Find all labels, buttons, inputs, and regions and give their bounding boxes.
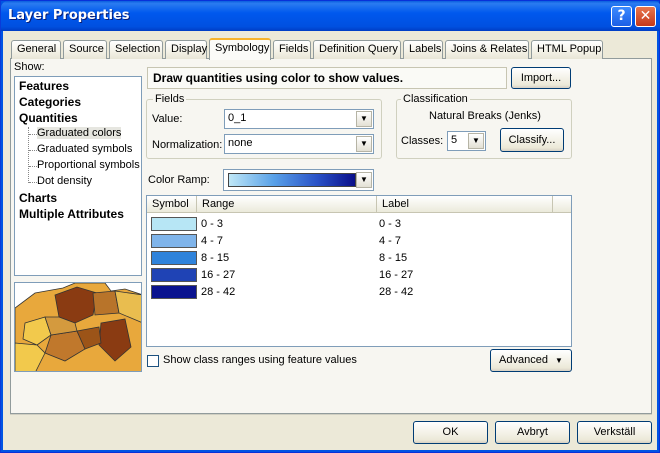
tree-branch: [29, 134, 37, 135]
range-cell[interactable]: 16 - 27: [201, 269, 235, 281]
column-label[interactable]: Label: [377, 196, 553, 213]
advanced-button-label: Advanced: [499, 354, 548, 366]
tree-charts[interactable]: Charts: [19, 191, 57, 205]
tree-connector: [28, 127, 29, 183]
tree-categories[interactable]: Categories: [19, 95, 81, 109]
layer-properties-window: Layer Properties ? ✕ General Source Sele…: [0, 0, 660, 453]
cancel-button[interactable]: Avbryt: [495, 421, 570, 444]
tab-selection[interactable]: Selection: [109, 40, 163, 59]
tab-fields[interactable]: Fields: [273, 40, 311, 59]
classify-button[interactable]: Classify...: [500, 128, 564, 152]
tree-dot-density[interactable]: Dot density: [37, 175, 92, 187]
value-field-text: 0_1: [228, 112, 247, 124]
show-class-ranges-label[interactable]: Show class ranges using feature values: [163, 354, 357, 366]
normalization-text: none: [228, 137, 253, 149]
tab-symbology[interactable]: Symbology: [209, 38, 271, 60]
classification-group-title: Classification: [401, 93, 470, 105]
tab-labels[interactable]: Labels: [403, 40, 443, 59]
chevron-down-icon[interactable]: ▼: [356, 136, 372, 152]
column-filler: [553, 196, 571, 213]
footer-divider: [10, 414, 652, 415]
label-cell[interactable]: 0 - 3: [379, 218, 401, 230]
dropdown-arrow-icon: ▼: [555, 356, 563, 365]
classes-value: 5: [451, 134, 458, 146]
fields-group-title: Fields: [153, 93, 187, 105]
value-field-select[interactable]: 0_1 ▼: [224, 109, 374, 129]
show-label: Show:: [14, 61, 45, 73]
tree-proportional-symbols[interactable]: Proportional symbols: [37, 159, 140, 171]
color-ramp-label: Color Ramp:: [148, 174, 210, 186]
show-tree: Features Categories Quantities Graduated…: [14, 76, 142, 276]
tree-multiple-attributes[interactable]: Multiple Attributes: [19, 207, 124, 221]
class-table: Symbol Range Label 0 - 3 0 - 3 4 - 7 4 -…: [146, 195, 572, 347]
tab-joins-relates[interactable]: Joins & Relates: [445, 40, 529, 59]
classes-label: Classes:: [401, 135, 444, 147]
tab-general[interactable]: General: [11, 40, 61, 59]
advanced-button[interactable]: Advanced ▼: [490, 349, 572, 372]
normalization-label: Normalization:: [152, 139, 223, 151]
symbol-swatch[interactable]: [151, 234, 197, 248]
symbol-swatch[interactable]: [151, 217, 197, 231]
classes-select[interactable]: 5 ▼: [447, 131, 486, 151]
label-cell[interactable]: 28 - 42: [379, 286, 413, 298]
preview-map-image: [14, 282, 142, 372]
column-symbol[interactable]: Symbol: [147, 196, 197, 213]
description-text: Draw quantities using color to show valu…: [147, 67, 507, 89]
tree-branch: [29, 150, 37, 151]
tab-definition-query[interactable]: Definition Query: [313, 40, 401, 59]
chevron-down-icon[interactable]: ▼: [356, 172, 372, 188]
close-button[interactable]: ✕: [635, 6, 656, 27]
label-cell[interactable]: 16 - 27: [379, 269, 413, 281]
ok-button[interactable]: OK: [413, 421, 488, 444]
import-button[interactable]: Import...: [511, 67, 571, 89]
chevron-down-icon[interactable]: ▼: [468, 133, 484, 149]
tree-graduated-colors[interactable]: Graduated colors: [37, 127, 122, 139]
tree-graduated-symbols[interactable]: Graduated symbols: [37, 143, 132, 155]
value-label: Value:: [152, 113, 183, 125]
title-bar[interactable]: Layer Properties ? ✕: [1, 1, 660, 31]
range-cell[interactable]: 28 - 42: [201, 286, 235, 298]
symbol-swatch[interactable]: [151, 285, 197, 299]
tab-source[interactable]: Source: [63, 40, 107, 59]
tree-branch: [29, 182, 37, 183]
range-cell[interactable]: 8 - 15: [201, 252, 229, 264]
tab-html-popup[interactable]: HTML Popup: [531, 40, 603, 59]
classification-method: Natural Breaks (Jenks): [429, 110, 541, 122]
range-cell[interactable]: 4 - 7: [201, 235, 223, 247]
symbol-swatch[interactable]: [151, 268, 197, 282]
normalization-select[interactable]: none ▼: [224, 134, 374, 154]
window-title: Layer Properties: [8, 8, 130, 23]
tree-quantities[interactable]: Quantities: [19, 111, 78, 125]
show-class-ranges-checkbox[interactable]: [147, 355, 159, 367]
tree-features[interactable]: Features: [19, 79, 69, 93]
label-cell[interactable]: 4 - 7: [379, 235, 401, 247]
help-button[interactable]: ?: [611, 6, 632, 27]
column-range[interactable]: Range: [197, 196, 377, 213]
chevron-down-icon[interactable]: ▼: [356, 111, 372, 127]
symbol-swatch[interactable]: [151, 251, 197, 265]
label-cell[interactable]: 8 - 15: [379, 252, 407, 264]
apply-button[interactable]: Verkställ: [577, 421, 652, 444]
color-ramp-swatch: [228, 173, 356, 187]
tree-branch: [29, 166, 37, 167]
color-ramp-select[interactable]: ▼: [223, 169, 374, 191]
range-cell[interactable]: 0 - 3: [201, 218, 223, 230]
tab-display[interactable]: Display: [165, 40, 207, 59]
